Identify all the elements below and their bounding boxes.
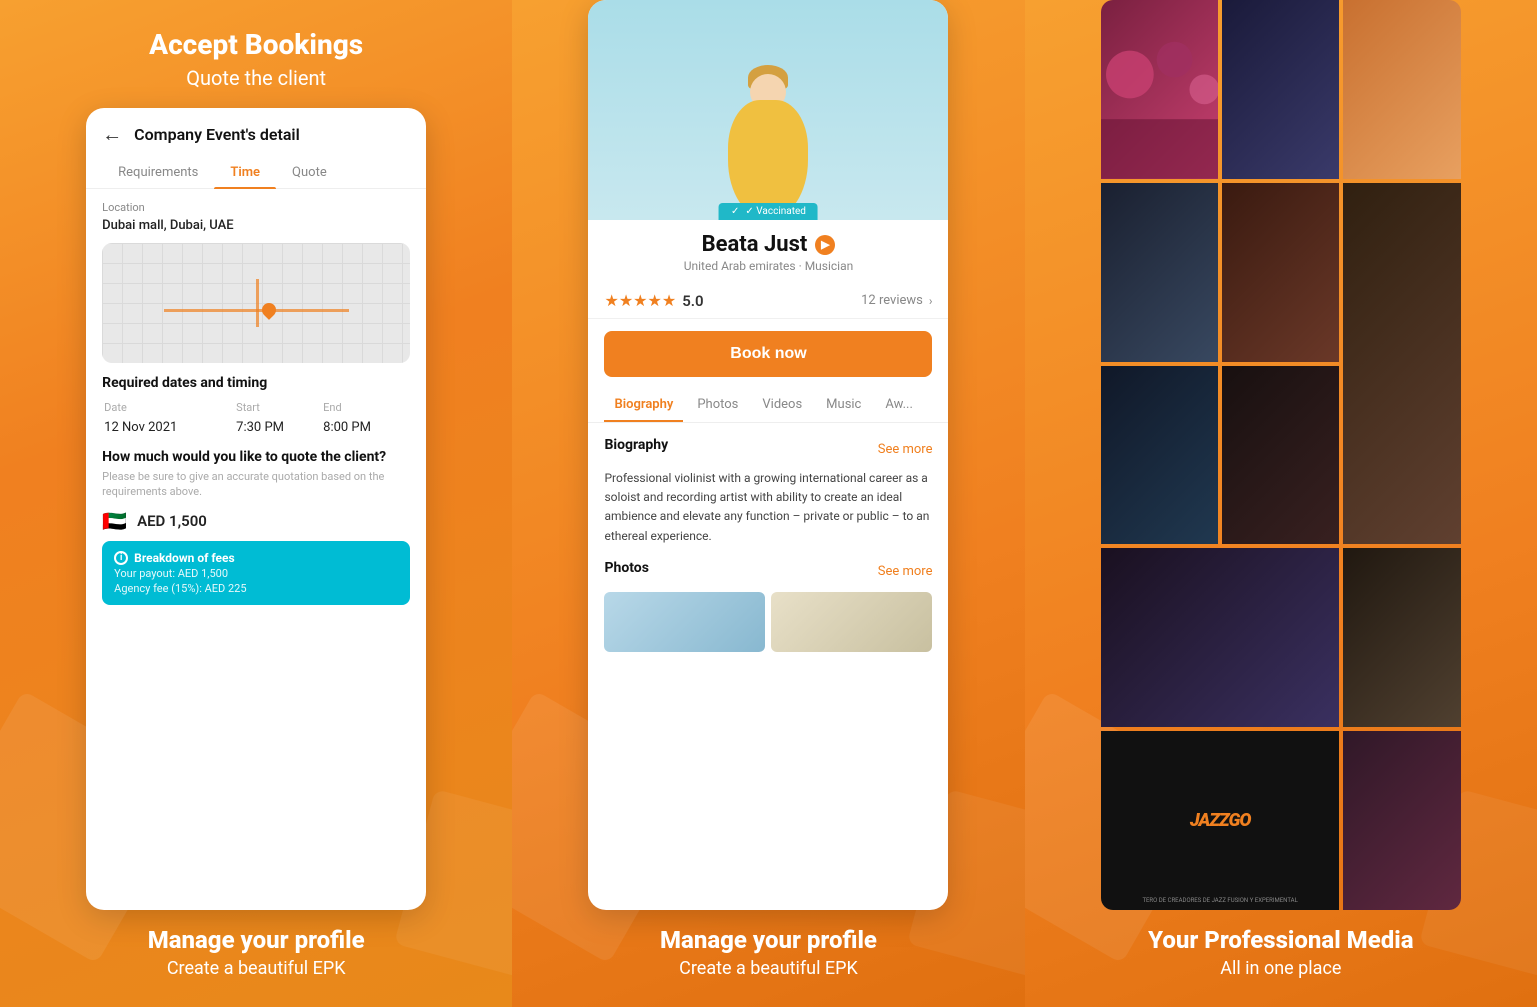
profile-tabs: Biography Photos Videos Music Aw... <box>588 389 948 423</box>
panel3-footer-sub: All in one place <box>1148 958 1413 979</box>
table-row: 12 Nov 2021 7:30 PM 8:00 PM <box>104 420 408 437</box>
col-date: Date <box>104 401 234 418</box>
photo-thumb-2[interactable] <box>771 592 932 652</box>
quote-question: How much would you like to quote the cli… <box>102 449 410 465</box>
tab-quote[interactable]: Quote <box>276 157 343 188</box>
card-tab-bar: Requirements Time Quote <box>86 157 426 189</box>
tab-videos[interactable]: Videos <box>752 389 812 422</box>
jazzgo-text: JAZZGO <box>1190 810 1251 831</box>
chevron-right-icon: › <box>929 294 933 308</box>
book-now-button[interactable]: Book now <box>604 331 932 377</box>
dates-table: Date Start End 12 Nov 2021 7:30 PM 8:00 … <box>102 399 410 439</box>
media-cell-12 <box>1343 731 1460 910</box>
media-cell-5 <box>1222 183 1339 362</box>
tab-photos[interactable]: Photos <box>687 389 748 422</box>
panel1-heading: Accept Bookings <box>149 28 363 62</box>
artist-name: Beata Just ▶ <box>604 232 932 257</box>
media-cell-1 <box>1101 0 1218 179</box>
end-time: 8:00 PM <box>323 420 408 437</box>
map-road-vertical <box>256 279 259 327</box>
quote-note: Please be sure to give an accurate quota… <box>102 469 410 500</box>
map-placeholder <box>102 243 410 363</box>
breakdown-line1: Your payout: AED 1,500 <box>114 567 398 580</box>
artist-info: Beata Just ▶ United Arab emirates · Musi… <box>588 220 948 283</box>
location-label: Location <box>102 201 410 214</box>
panel-accept-bookings: Accept Bookings Quote the client ← Compa… <box>0 0 512 1007</box>
date-value: 12 Nov 2021 <box>104 420 234 437</box>
media-cell-2 <box>1222 0 1339 179</box>
uae-flag-icon: 🇦🇪 <box>102 509 127 533</box>
check-icon: ✓ <box>731 206 739 217</box>
media-cell-8 <box>1222 366 1339 545</box>
card-title: Company Event's detail <box>134 125 300 144</box>
photos-section-header: Photos See more <box>604 560 932 584</box>
tab-awards[interactable]: Aw... <box>875 389 923 422</box>
breakdown-line2: Agency fee (15%): AED 225 <box>114 582 398 595</box>
star-icons: ★★★★★ <box>604 291 676 310</box>
col-end: End <box>323 401 408 418</box>
breakdown-title: i Breakdown of fees <box>114 551 398 565</box>
panel1-subheading: Quote the client <box>149 66 363 90</box>
media-grid: JAZZGO TERO DE CREADORES DE JAZZ FUSION … <box>1101 0 1461 910</box>
media-cell-6 <box>1343 183 1460 545</box>
photos-title: Photos <box>604 560 648 576</box>
media-cell-jazzgo: JAZZGO TERO DE CREADORES DE JAZZ FUSION … <box>1101 731 1340 910</box>
vaccinated-badge: ✓ ✓ Vaccinated <box>719 203 818 220</box>
bio-section-header: Biography See more <box>604 437 932 461</box>
tab-biography[interactable]: Biography <box>604 389 683 422</box>
panel2-footer-sub: Create a beautiful EPK <box>660 958 877 979</box>
amount-value: AED 1,500 <box>137 512 207 530</box>
location-value: Dubai mall, Dubai, UAE <box>102 218 410 233</box>
jazzgo-subtext: TERO DE CREADORES DE JAZZ FUSION Y EXPER… <box>1101 897 1340 904</box>
media-cell-7 <box>1101 366 1218 545</box>
panel1-header: Accept Bookings Quote the client <box>129 0 383 108</box>
rating-number: 5.0 <box>682 292 703 310</box>
panel-professional-media: JAZZGO TERO DE CREADORES DE JAZZ FUSION … <box>1025 0 1537 1007</box>
col-start: Start <box>236 401 321 418</box>
panel-manage-profile: ✓ ✓ Vaccinated Beata Just ▶ United Arab … <box>512 0 1024 1007</box>
dates-section-title: Required dates and timing <box>102 375 410 391</box>
media-cell-10 <box>1343 548 1460 727</box>
panel1-footer-heading: Manage your profile <box>148 926 365 954</box>
panel2-footer-heading: Manage your profile <box>660 926 877 954</box>
reviews-link[interactable]: 12 reviews <box>861 293 923 308</box>
bio-see-more[interactable]: See more <box>878 442 933 457</box>
photos-preview <box>604 592 932 652</box>
artist-hero: ✓ ✓ Vaccinated <box>588 0 948 220</box>
rating-row: ★★★★★ 5.0 12 reviews › <box>588 283 948 319</box>
artist-location: United Arab emirates · Musician <box>604 259 932 273</box>
panel1-footer: Manage your profile Create a beautiful E… <box>128 910 385 1007</box>
media-cell-3 <box>1343 0 1460 179</box>
tab-music[interactable]: Music <box>816 389 871 422</box>
tab-time[interactable]: Time <box>214 157 276 188</box>
panel2-footer: Manage your profile Create a beautiful E… <box>640 910 897 1007</box>
photos-see-more[interactable]: See more <box>878 564 933 579</box>
bio-text: Professional violinist with a growing in… <box>604 469 932 546</box>
bio-title: Biography <box>604 437 668 453</box>
artist-dress <box>728 100 808 220</box>
info-icon: i <box>114 551 128 565</box>
panel1-footer-sub: Create a beautiful EPK <box>148 958 365 979</box>
back-arrow-icon[interactable]: ← <box>102 122 122 147</box>
media-cell-9 <box>1101 548 1340 727</box>
verified-icon: ▶ <box>815 235 835 255</box>
start-time: 7:30 PM <box>236 420 321 437</box>
media-cell-4 <box>1101 183 1218 362</box>
amount-row: 🇦🇪 AED 1,500 <box>102 509 410 533</box>
tab-requirements[interactable]: Requirements <box>102 157 214 188</box>
photo-thumb-1[interactable] <box>604 592 765 652</box>
breakdown-bar: i Breakdown of fees Your payout: AED 1,5… <box>102 541 410 605</box>
panel3-footer-heading: Your Professional Media <box>1148 926 1413 954</box>
artist-figure <box>708 20 828 220</box>
panel3-footer: Your Professional Media All in one place <box>1128 910 1433 1007</box>
card-nav: ← Company Event's detail <box>86 108 426 157</box>
